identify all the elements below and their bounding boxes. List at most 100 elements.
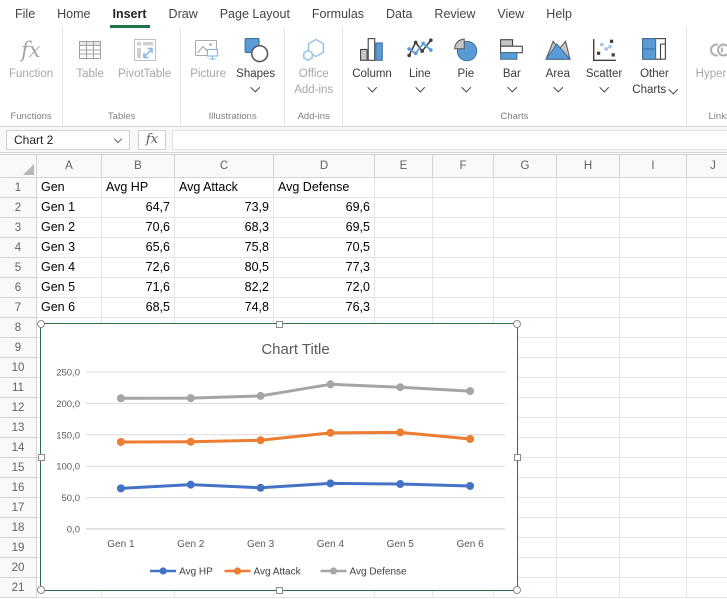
- tab-draw[interactable]: Draw: [158, 0, 209, 28]
- cell-J2[interactable]: [687, 198, 727, 218]
- row-header-13[interactable]: 13: [0, 418, 37, 438]
- chart-resize-handle[interactable]: [513, 320, 521, 328]
- cell-C3[interactable]: 68,3: [175, 218, 274, 238]
- cell-H7[interactable]: [557, 298, 620, 318]
- chart-resize-handle[interactable]: [37, 586, 45, 594]
- tab-file[interactable]: File: [4, 0, 46, 28]
- tab-help[interactable]: Help: [535, 0, 583, 28]
- cell-I21[interactable]: [620, 578, 687, 598]
- row-header-11[interactable]: 11: [0, 378, 37, 398]
- cell-J15[interactable]: [687, 458, 727, 478]
- cell-E3[interactable]: [375, 218, 433, 238]
- row-header-1[interactable]: 1: [0, 178, 37, 198]
- chart-resize-handle[interactable]: [38, 454, 45, 461]
- cell-I3[interactable]: [620, 218, 687, 238]
- cell-H18[interactable]: [557, 518, 620, 538]
- cell-J20[interactable]: [687, 558, 727, 578]
- cell-J11[interactable]: [687, 378, 727, 398]
- column-header-E[interactable]: E: [375, 155, 433, 178]
- column-header-B[interactable]: B: [102, 155, 175, 178]
- cell-B4[interactable]: 65,6: [102, 238, 175, 258]
- cell-H10[interactable]: [557, 358, 620, 378]
- cell-A5[interactable]: Gen 4: [37, 258, 102, 278]
- cell-I2[interactable]: [620, 198, 687, 218]
- cell-D3[interactable]: 69,5: [274, 218, 375, 238]
- cell-H8[interactable]: [557, 318, 620, 338]
- cell-B1[interactable]: Avg HP: [102, 178, 175, 198]
- cell-A7[interactable]: Gen 6: [37, 298, 102, 318]
- row-header-12[interactable]: 12: [0, 398, 37, 418]
- cell-I5[interactable]: [620, 258, 687, 278]
- cell-H4[interactable]: [557, 238, 620, 258]
- tab-view[interactable]: View: [486, 0, 535, 28]
- cell-G4[interactable]: [494, 238, 557, 258]
- cell-J6[interactable]: [687, 278, 727, 298]
- chart-resize-handle[interactable]: [276, 587, 283, 594]
- cell-H16[interactable]: [557, 478, 620, 498]
- pie-button[interactable]: Pie: [445, 35, 487, 91]
- cell-H14[interactable]: [557, 438, 620, 458]
- chevron-down-icon[interactable]: [461, 83, 470, 92]
- cell-I6[interactable]: [620, 278, 687, 298]
- cell-F7[interactable]: [433, 298, 494, 318]
- tab-insert[interactable]: Insert: [102, 0, 158, 28]
- cell-D5[interactable]: 77,3: [274, 258, 375, 278]
- line-button[interactable]: Line: [399, 35, 441, 91]
- cell-J18[interactable]: [687, 518, 727, 538]
- chevron-down-icon[interactable]: [415, 83, 424, 92]
- cell-J8[interactable]: [687, 318, 727, 338]
- formula-input[interactable]: [172, 130, 727, 150]
- cell-H13[interactable]: [557, 418, 620, 438]
- cell-F4[interactable]: [433, 238, 494, 258]
- column-header-J[interactable]: J: [687, 155, 727, 178]
- cell-H3[interactable]: [557, 218, 620, 238]
- row-header-3[interactable]: 3: [0, 218, 37, 238]
- cell-E2[interactable]: [375, 198, 433, 218]
- cell-F1[interactable]: [433, 178, 494, 198]
- cell-I9[interactable]: [620, 338, 687, 358]
- row-header-20[interactable]: 20: [0, 558, 37, 578]
- cell-H15[interactable]: [557, 458, 620, 478]
- cell-F6[interactable]: [433, 278, 494, 298]
- column-button[interactable]: Column: [349, 35, 395, 91]
- cell-J3[interactable]: [687, 218, 727, 238]
- cell-J16[interactable]: [687, 478, 727, 498]
- cell-I18[interactable]: [620, 518, 687, 538]
- cell-I14[interactable]: [620, 438, 687, 458]
- cell-J12[interactable]: [687, 398, 727, 418]
- cell-D2[interactable]: 69,6: [274, 198, 375, 218]
- cell-E5[interactable]: [375, 258, 433, 278]
- shapes-button[interactable]: Shapes: [233, 35, 278, 91]
- tab-data[interactable]: Data: [375, 0, 423, 28]
- cell-E6[interactable]: [375, 278, 433, 298]
- cell-C6[interactable]: 82,2: [175, 278, 274, 298]
- tab-formulas[interactable]: Formulas: [301, 0, 375, 28]
- bar-button[interactable]: Bar: [491, 35, 533, 91]
- cell-I4[interactable]: [620, 238, 687, 258]
- cell-B5[interactable]: 72,6: [102, 258, 175, 278]
- cell-A6[interactable]: Gen 5: [37, 278, 102, 298]
- cell-J13[interactable]: [687, 418, 727, 438]
- chart-resize-handle[interactable]: [37, 320, 45, 328]
- cell-J21[interactable]: [687, 578, 727, 598]
- cell-G5[interactable]: [494, 258, 557, 278]
- chart-resize-handle[interactable]: [514, 454, 521, 461]
- row-header-7[interactable]: 7: [0, 298, 37, 318]
- cell-D4[interactable]: 70,5: [274, 238, 375, 258]
- column-header-C[interactable]: C: [175, 155, 274, 178]
- row-header-14[interactable]: 14: [0, 438, 37, 458]
- row-header-9[interactable]: 9: [0, 338, 37, 358]
- cell-D7[interactable]: 76,3: [274, 298, 375, 318]
- cell-H12[interactable]: [557, 398, 620, 418]
- tab-home[interactable]: Home: [46, 0, 101, 28]
- cell-G3[interactable]: [494, 218, 557, 238]
- cell-C4[interactable]: 75,8: [175, 238, 274, 258]
- cell-I15[interactable]: [620, 458, 687, 478]
- cell-H20[interactable]: [557, 558, 620, 578]
- name-box[interactable]: Chart 2: [6, 130, 130, 150]
- cell-B3[interactable]: 70,6: [102, 218, 175, 238]
- cell-I11[interactable]: [620, 378, 687, 398]
- row-header-19[interactable]: 19: [0, 538, 37, 558]
- cell-C7[interactable]: 74,8: [175, 298, 274, 318]
- row-header-10[interactable]: 10: [0, 358, 37, 378]
